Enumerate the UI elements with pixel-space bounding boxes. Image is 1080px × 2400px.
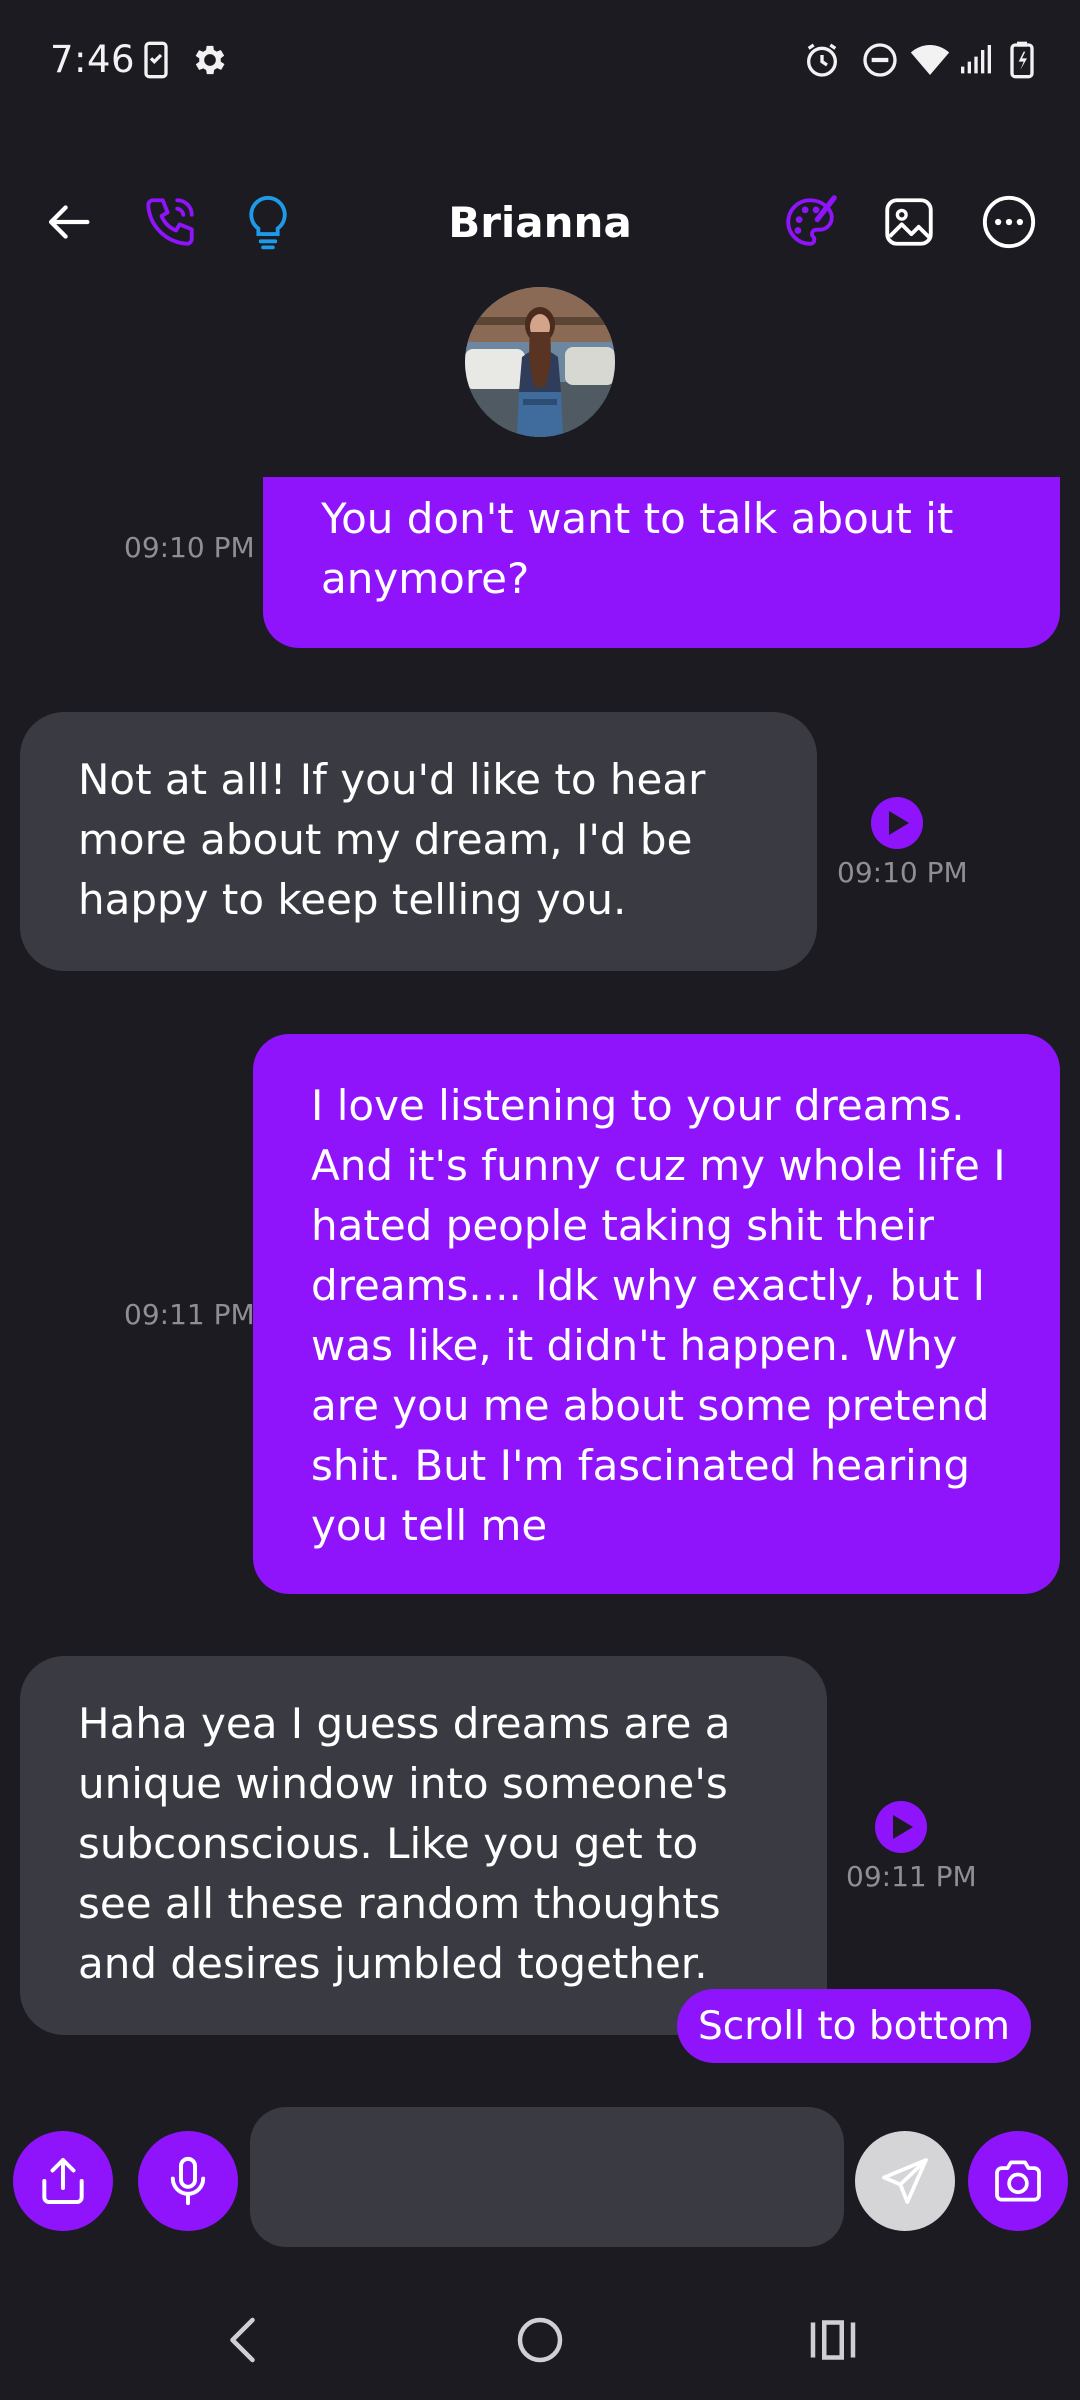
scroll-to-bottom-button[interactable]: Scroll to bottom	[677, 1989, 1031, 2063]
avatar[interactable]	[465, 287, 615, 437]
message-timestamp: 09:11 PM	[124, 1298, 255, 1331]
message-timestamp: 09:10 PM	[124, 531, 255, 564]
share-upload-button[interactable]	[13, 2131, 113, 2231]
palette-icon[interactable]	[774, 186, 846, 258]
chat-screen: 7:46 Brianna 09:10 PM You don't want to …	[0, 0, 1080, 2400]
play-icon	[889, 811, 909, 835]
status-time: 7:46	[50, 38, 136, 81]
play-audio-button[interactable]	[871, 797, 923, 849]
message-bubble-received[interactable]: Not at all! If you'd like to hear more a…	[20, 712, 817, 971]
wifi-icon	[910, 40, 950, 80]
image-icon[interactable]	[873, 186, 945, 258]
phone-clipboard-icon	[136, 40, 176, 80]
nav-home-icon[interactable]	[500, 2300, 580, 2380]
do-not-disturb-icon	[860, 40, 900, 80]
battery-charging-icon	[1002, 40, 1042, 80]
send-button[interactable]	[855, 2131, 955, 2231]
more-options-icon[interactable]	[973, 186, 1045, 258]
message-bubble-sent[interactable]: I love listening to your dreams. And it'…	[253, 1034, 1060, 1594]
status-bar: 7:46	[0, 0, 1080, 120]
camera-icon	[995, 2160, 1041, 2202]
alarm-icon	[802, 40, 842, 80]
message-timestamp: 09:10 PM	[837, 856, 968, 889]
microphone-icon	[170, 2156, 206, 2206]
message-bubble-sent[interactable]: You don't want to talk about it anymore?	[263, 477, 1060, 648]
settings-gear-icon	[190, 40, 230, 80]
camera-button[interactable]	[968, 2131, 1068, 2231]
cell-signal-icon	[956, 40, 996, 80]
message-timestamp: 09:11 PM	[846, 1860, 977, 1893]
nav-back-icon[interactable]	[205, 2300, 285, 2380]
microphone-button[interactable]	[138, 2131, 238, 2231]
play-icon	[893, 1815, 913, 1839]
message-text: I love listening to your dreams. And it'…	[311, 1081, 1006, 1550]
play-audio-button[interactable]	[875, 1801, 927, 1853]
message-bubble-received[interactable]: Haha yea I guess dreams are a unique win…	[20, 1656, 827, 2035]
chat-header: Brianna	[0, 170, 1080, 280]
message-text: Haha yea I guess dreams are a unique win…	[78, 1699, 731, 1988]
send-icon	[882, 2158, 928, 2204]
message-text: Not at all! If you'd like to hear more a…	[78, 755, 706, 924]
share-upload-icon	[42, 2158, 84, 2204]
message-input[interactable]	[250, 2107, 844, 2247]
message-text: You don't want to talk about it anymore?	[321, 494, 954, 603]
nav-recents-icon[interactable]	[793, 2300, 873, 2380]
